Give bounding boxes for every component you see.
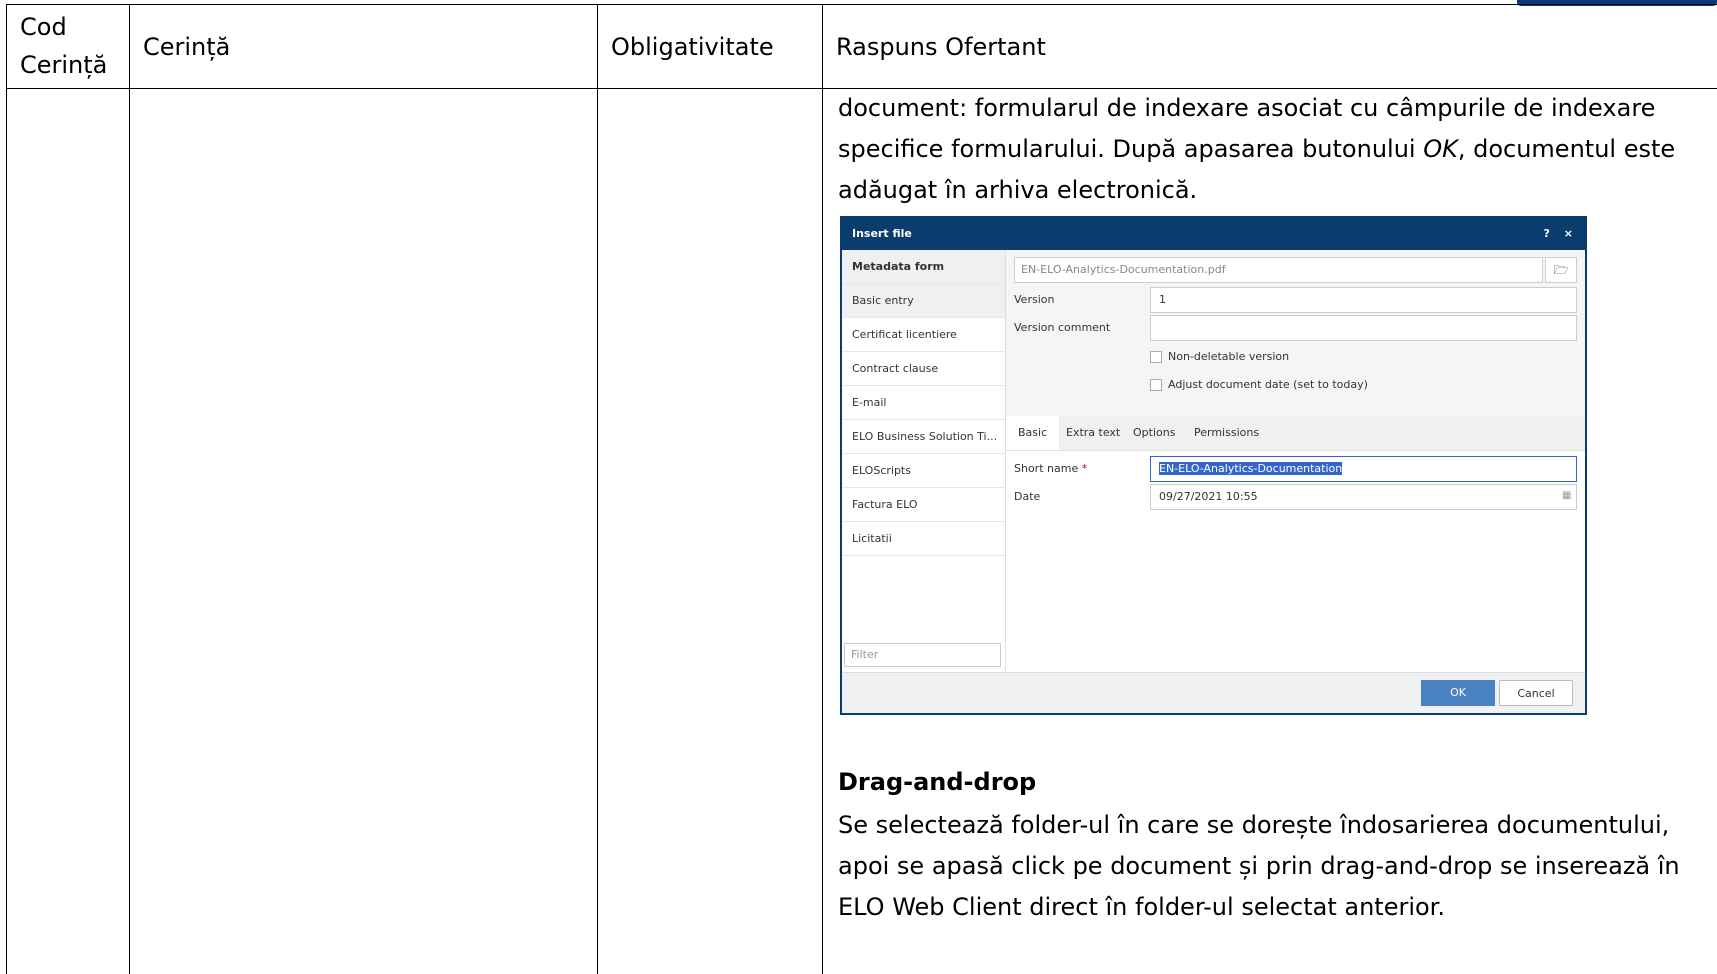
tab-basic[interactable]: Basic (1006, 416, 1060, 450)
checkbox-box[interactable] (1150, 351, 1162, 363)
tab-permissions[interactable]: Permissions (1182, 416, 1271, 450)
file-properties-panel: EN-ELO-Analytics-Documentation.pdf 🗁 Ver… (1006, 250, 1585, 416)
cancel-button[interactable]: Cancel (1499, 680, 1573, 706)
dialog-title: Insert file (852, 227, 912, 240)
table-top-border (6, 4, 1717, 5)
header-code-line1: Cod (20, 13, 67, 41)
checkbox-box[interactable] (1150, 379, 1162, 391)
paragraph-text: , documentul este (1457, 135, 1676, 163)
adjust-date-checkbox[interactable]: Adjust document date (set to today) (1150, 378, 1368, 391)
dialog-footer: OK Cancel (842, 672, 1585, 713)
short-name-field[interactable]: EN-ELO-Analytics-Documentation (1150, 456, 1577, 482)
paragraph-line: specifice formularului. După apasarea bu… (838, 129, 1698, 170)
version-row: Version 1 (1014, 287, 1577, 313)
close-icon[interactable]: × (1564, 227, 1573, 240)
dialog-titlebar: Insert file ? × (842, 218, 1585, 250)
version-label: Version (1014, 293, 1055, 306)
sidebar-item-licitatii[interactable]: Licitatii (842, 522, 1005, 556)
folder-icon[interactable]: 🗁 (1545, 257, 1577, 283)
short-name-value: EN-ELO-Analytics-Documentation (1159, 462, 1343, 475)
non-deletable-checkbox[interactable]: Non-deletable version (1150, 350, 1289, 363)
version-comment-row: Version comment (1014, 315, 1577, 341)
header-code: Cod Cerință (20, 8, 107, 84)
dialog-tabs: Basic Extra text Options Permissions (1006, 416, 1585, 451)
ok-emphasis: OK (1423, 135, 1458, 163)
help-icon[interactable]: ? (1544, 227, 1550, 240)
paragraph-line: adăugat în arhiva electronică. (838, 176, 1198, 204)
date-field[interactable]: 09/27/2021 10:55 ▦ (1150, 484, 1577, 510)
checkbox-label: Adjust document date (set to today) (1168, 378, 1368, 391)
dragdrop-heading: Drag-and-drop (838, 768, 1037, 796)
header-response: Raspuns Ofertant (836, 33, 1046, 61)
checkbox-label: Non-deletable version (1168, 350, 1290, 363)
sidebar-item-factura-elo[interactable]: Factura ELO (842, 488, 1005, 522)
required-marker: * (1081, 462, 1088, 475)
header-code-line2: Cerință (20, 51, 108, 79)
version-field[interactable]: 1 (1150, 287, 1577, 313)
ok-button[interactable]: OK (1421, 680, 1495, 706)
col-border-2 (597, 4, 598, 974)
date-value: 09/27/2021 10:55 (1159, 490, 1258, 503)
sidebar-item-elo-business-solution[interactable]: ELO Business Solution Ti... (842, 420, 1005, 454)
document-page: Cod Cerință Cerință Obligativitate Raspu… (0, 0, 1717, 974)
sidebar-item-certificat-licentiere[interactable]: Certificat licentiere (842, 318, 1005, 352)
sidebar-item-e-mail[interactable]: E-mail (842, 386, 1005, 420)
insert-file-dialog: Insert file ? × Metadata form Basic entr… (840, 216, 1587, 715)
calendar-icon[interactable]: ▦ (1562, 491, 1572, 501)
sidebar-item-contract-clause[interactable]: Contract clause (842, 352, 1005, 386)
file-name-field[interactable]: EN-ELO-Analytics-Documentation.pdf (1014, 257, 1543, 283)
metadata-form-sidebar: Metadata form Basic entry Certificat lic… (842, 250, 1006, 673)
paragraph-line: Se selectează folder-ul în care se doreș… (838, 811, 1670, 839)
version-comment-label: Version comment (1014, 321, 1111, 334)
col-border-1 (129, 4, 130, 974)
version-comment-field[interactable] (1150, 315, 1577, 341)
header-requirement: Cerință (143, 33, 231, 61)
filter-input[interactable]: Filter (844, 643, 1001, 667)
date-row: Date 09/27/2021 10:55 ▦ (1014, 484, 1577, 510)
date-label: Date (1014, 490, 1041, 503)
paragraph-line: document: formularul de indexare asociat… (838, 94, 1656, 122)
col-border-0 (6, 4, 7, 974)
sidebar-item-basic-entry[interactable]: Basic entry (842, 284, 1005, 318)
response-paragraph: document: formularul de indexare asociat… (838, 88, 1698, 211)
dialog-main: EN-ELO-Analytics-Documentation.pdf 🗁 Ver… (1006, 250, 1585, 673)
paragraph-line: ELO Web Client direct în folder-ul selec… (838, 893, 1445, 921)
sidebar-header: Metadata form (842, 250, 1005, 284)
short-name-label: Short name (1014, 462, 1079, 475)
dragdrop-paragraph: Se selectează folder-ul în care se doreș… (838, 805, 1698, 928)
tab-options[interactable]: Options (1121, 416, 1187, 450)
paragraph-text: specifice formularului. După apasarea bu… (838, 135, 1424, 163)
short-name-row: Short name * EN-ELO-Analytics-Documentat… (1014, 456, 1577, 482)
paragraph-line: apoi se apasă click pe document și prin … (838, 852, 1680, 880)
col-border-3 (822, 4, 823, 974)
dialog-controls: ? × (1534, 218, 1573, 250)
header-mandatory: Obligativitate (611, 33, 774, 61)
sidebar-item-eloscripts[interactable]: ELOScripts (842, 454, 1005, 488)
